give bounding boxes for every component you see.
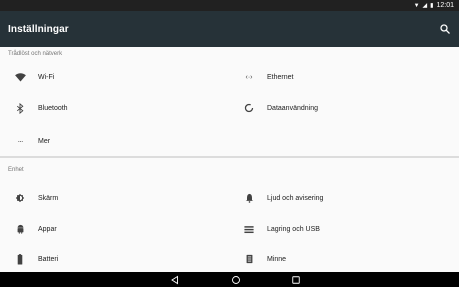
status-time: 12:01 [436,2,454,9]
settings-item-label: Skärm [38,194,59,202]
settings-item-more[interactable]: ··· Mer [0,128,229,154]
settings-item-label: Ljud och avisering [267,194,324,202]
bell-icon [243,192,255,204]
ethernet-icon: ‹·› [245,73,253,81]
settings-item-label: Dataanvändning [267,104,318,112]
search-icon[interactable] [439,23,451,35]
settings-item-bluetooth[interactable]: Bluetooth [0,95,229,121]
section-divider [0,156,459,158]
memory-icon [243,253,255,265]
page-title: Inställningar [8,23,69,35]
status-bar: ▼ ◢ ▮ 12:01 [0,0,459,11]
home-icon[interactable] [231,275,241,285]
storage-icon [243,223,255,235]
settings-item-label: Minne [267,255,287,263]
wifi-icon [14,71,26,83]
wifi-signal-icon: ▼ [413,2,420,9]
section-header-device: Enhet [8,167,24,173]
settings-item-apps[interactable]: Appar [0,216,229,242]
android-icon [14,223,26,235]
settings-item-label: Mer [38,137,51,145]
navigation-bar [0,272,459,287]
settings-item-display[interactable]: Skärm [0,185,229,211]
battery-status-icon: ▮ [430,2,434,9]
settings-item-wifi[interactable]: Wi-Fi [0,64,229,90]
recents-icon[interactable] [291,275,301,285]
bluetooth-icon [14,102,26,114]
settings-item-battery[interactable]: Batteri [0,246,229,272]
settings-item-label: Batteri [38,255,59,263]
data-usage-icon [243,102,255,114]
section-header-wireless: Trådlöst och nätverk [8,51,63,57]
settings-item-sound[interactable]: Ljud och avisering [229,185,459,211]
settings-item-label: Wi-Fi [38,73,55,81]
cell-signal-icon: ◢ [422,2,428,9]
settings-item-ethernet[interactable]: ‹·› Ethernet [229,64,459,90]
settings-item-label: Bluetooth [38,104,68,112]
app-bar: Inställningar [0,11,459,47]
battery-icon [14,253,26,265]
settings-item-label: Appar [38,225,57,233]
settings-item-data-usage[interactable]: Dataanvändning [229,95,459,121]
settings-item-label: Lagring och USB [267,225,320,233]
back-icon[interactable] [170,275,180,285]
brightness-icon [14,192,26,204]
settings-item-memory[interactable]: Minne [229,246,459,272]
settings-item-storage[interactable]: Lagring och USB [229,216,459,242]
more-icon: ··· [17,136,24,146]
settings-item-label: Ethernet [267,73,294,81]
